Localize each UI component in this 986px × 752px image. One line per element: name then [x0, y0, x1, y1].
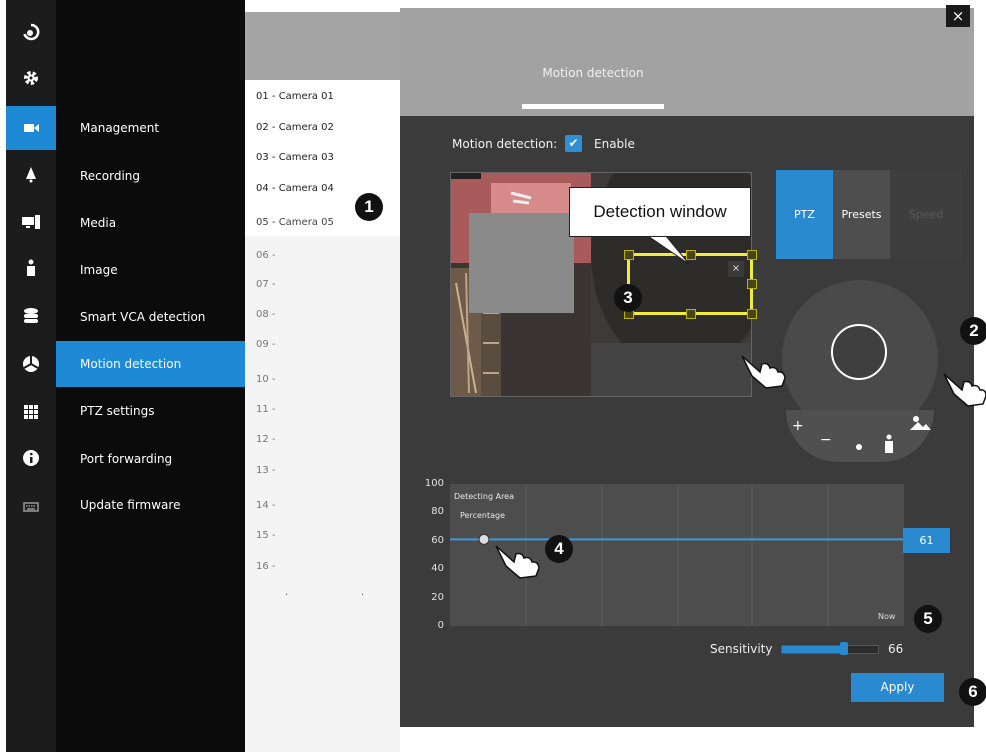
- menu-item-management[interactable]: Management: [56, 105, 245, 151]
- keyboard-icon[interactable]: [6, 484, 56, 528]
- resize-handle[interactable]: [747, 250, 757, 260]
- tab-motion-detection[interactable]: Motion detection: [400, 66, 786, 80]
- resize-handle[interactable]: [686, 309, 696, 319]
- apps-grid-icon[interactable]: [6, 390, 56, 434]
- y-tick-label: 60: [431, 535, 444, 546]
- threshold-value-box: 61: [903, 528, 950, 553]
- camera-item[interactable]: 02 - Camera 02: [245, 116, 400, 139]
- resize-handle[interactable]: [747, 309, 757, 319]
- tab-presets[interactable]: Presets: [833, 170, 890, 259]
- camera-item[interactable]: 15 -: [245, 524, 400, 547]
- menu-item-update-firmware[interactable]: Update firmware: [56, 482, 245, 528]
- camera-item[interactable]: 03 - Camera 03: [245, 146, 400, 169]
- callout-number: 4: [545, 535, 573, 563]
- person-track-icon[interactable]: [882, 434, 896, 454]
- camera-item[interactable]: 01 - Camera 01: [245, 85, 400, 108]
- menu-item-port-forwarding[interactable]: Port forwarding: [56, 436, 245, 482]
- sensitivity-value: 66: [888, 642, 904, 656]
- icon-rail: [6, 0, 56, 752]
- camera-list-top: [245, 0, 400, 12]
- network-icon[interactable]: [6, 342, 56, 386]
- gear-icon[interactable]: [6, 56, 56, 100]
- enable-label[interactable]: Enable: [594, 137, 635, 151]
- bell-icon[interactable]: [6, 152, 56, 196]
- hand-pointer-icon: [495, 545, 540, 579]
- callout-number: 6: [959, 678, 986, 706]
- camera-item[interactable]: 10 -: [245, 368, 400, 391]
- camera-item[interactable]: 08 -: [245, 303, 400, 326]
- callout-number: 2: [960, 317, 986, 345]
- menu-item-recording[interactable]: Recording: [56, 153, 245, 199]
- home-position-icon[interactable]: [855, 443, 863, 451]
- zoom-out-button[interactable]: −: [820, 432, 832, 448]
- sensitivity-knob[interactable]: [840, 642, 849, 655]
- camera-item[interactable]: 14 -: [245, 494, 400, 517]
- hand-pointer-icon: [741, 355, 786, 389]
- camera-item[interactable]: 06 -: [245, 244, 400, 267]
- resize-handle[interactable]: [624, 250, 634, 260]
- enable-checkbox[interactable]: ✔: [565, 135, 582, 152]
- chart-now-label: Now: [878, 612, 896, 621]
- zoom-in-button[interactable]: +: [792, 418, 804, 434]
- camera-item[interactable]: 12 -: [245, 428, 400, 451]
- home-icon[interactable]: [6, 10, 56, 54]
- landscape-icon[interactable]: [908, 414, 932, 432]
- tab-speed[interactable]: Speed: [890, 170, 962, 259]
- y-tick-label: 40: [431, 563, 444, 574]
- chart-label-percentage: Percentage: [460, 511, 506, 520]
- y-tick-label: 80: [431, 506, 444, 517]
- panel-header: Motion detection: [400, 8, 974, 116]
- tab-ptz[interactable]: PTZ: [776, 170, 833, 259]
- camera-item[interactable]: 16 -: [245, 555, 400, 578]
- menu-item-ptz-settings[interactable]: PTZ settings: [56, 388, 245, 434]
- close-button[interactable]: ×: [946, 5, 970, 27]
- y-tick-label: 20: [431, 592, 444, 603]
- motion-detection-label: Motion detection:: [452, 137, 558, 151]
- settings-menu: Management Recording Media Image Smart V…: [56, 0, 245, 752]
- callout-number: 3: [614, 284, 642, 312]
- sensitivity-fill: [782, 646, 846, 653]
- menu-item-smart-vca[interactable]: Smart VCA detection: [56, 294, 245, 340]
- callout-number: 5: [914, 605, 942, 633]
- apply-button[interactable]: Apply: [851, 673, 944, 702]
- storage-icon[interactable]: [6, 294, 56, 338]
- chart-label-area: Detecting Area: [454, 492, 514, 501]
- sensitivity-label: Sensitivity: [710, 642, 773, 656]
- computer-icon[interactable]: [6, 200, 56, 244]
- pager-dot[interactable]: .: [361, 587, 364, 598]
- y-tick-label: 0: [437, 620, 444, 631]
- camera-item[interactable]: 11 -: [245, 398, 400, 421]
- pager-dot[interactable]: .: [285, 587, 288, 598]
- detection-window-callout: Detection window: [569, 187, 751, 237]
- user-icon[interactable]: [6, 246, 56, 290]
- menu-item-media[interactable]: Media: [56, 200, 245, 246]
- camera-list: 01 - Camera 01 02 - Camera 02 03 - Camer…: [245, 0, 400, 752]
- hand-pointer-icon: [943, 373, 986, 407]
- y-tick-label: 100: [424, 478, 444, 489]
- resize-handle[interactable]: [747, 279, 757, 289]
- ptz-tabs: PTZ Presets Speed: [776, 170, 962, 259]
- tab-indicator: [522, 104, 664, 109]
- info-icon[interactable]: [6, 436, 56, 480]
- callout-number: 1: [355, 193, 383, 221]
- camera-item[interactable]: 07 -: [245, 273, 400, 296]
- sensitivity-slider[interactable]: [781, 645, 879, 654]
- threshold-drag-handle[interactable]: [478, 533, 490, 545]
- camera-item[interactable]: 09 -: [245, 333, 400, 356]
- camera-icon[interactable]: [6, 106, 56, 150]
- camera-list-header: [245, 12, 400, 80]
- menu-item-image[interactable]: Image: [56, 247, 245, 293]
- camera-item[interactable]: 13 -: [245, 459, 400, 482]
- joystick-knob[interactable]: [831, 324, 887, 380]
- detection-window-close-icon[interactable]: ×: [728, 261, 744, 277]
- menu-item-motion-detection[interactable]: Motion detection: [56, 341, 245, 387]
